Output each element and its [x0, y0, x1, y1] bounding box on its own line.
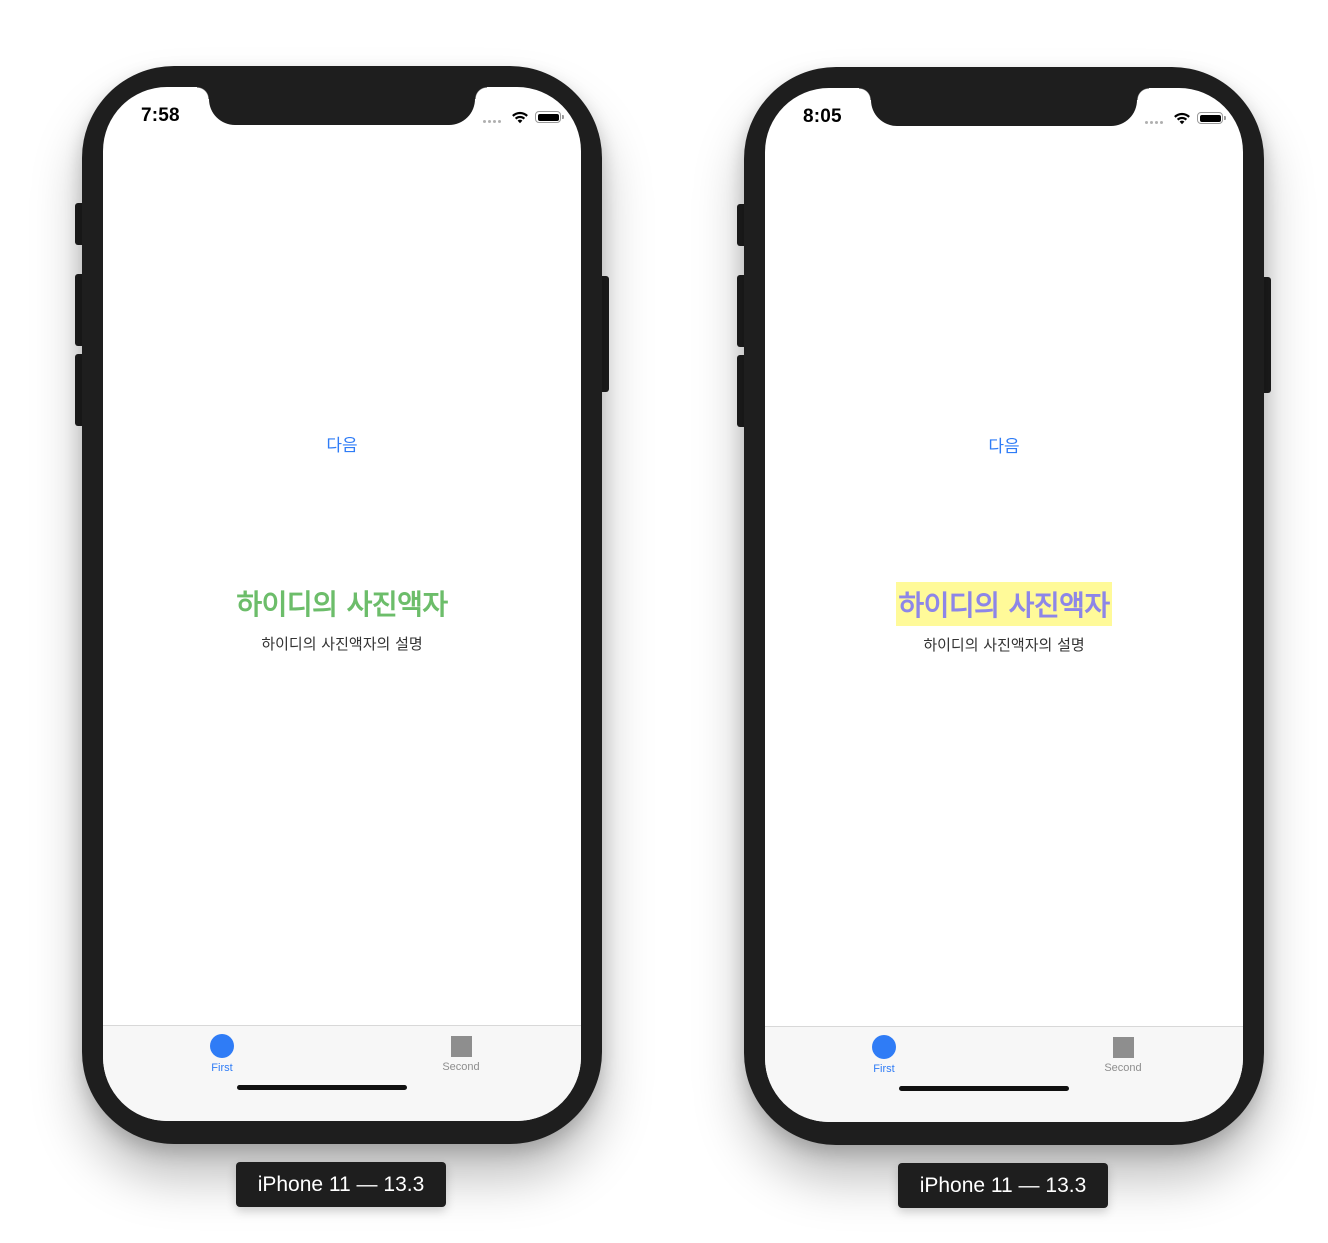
device-left: 7:58 다음 하이디의 사진액자 하이디의 사진액자의 설명 First Se…: [75, 66, 609, 1144]
status-time: 7:58: [141, 105, 180, 126]
device-caption: iPhone 11 — 13.3: [898, 1163, 1108, 1208]
home-indicator[interactable]: [899, 1086, 1069, 1091]
title-text: 하이디의 사진액자: [896, 582, 1112, 626]
tab-first-label: First: [873, 1063, 895, 1075]
cellular-signal-icon: [483, 111, 501, 123]
tab-second[interactable]: Second: [1063, 1035, 1183, 1074]
tab-second-label: Second: [1104, 1062, 1142, 1074]
tab-first[interactable]: First: [162, 1034, 282, 1074]
page-subtitle: 하이디의 사진액자의 설명: [261, 635, 423, 653]
battery-icon: [1197, 112, 1226, 124]
next-button[interactable]: 다음: [103, 431, 581, 456]
status-time: 8:05: [803, 106, 842, 127]
wifi-icon: [1174, 112, 1190, 125]
tab-bar: First Second: [103, 1025, 581, 1121]
next-button[interactable]: 다음: [765, 432, 1243, 457]
home-indicator[interactable]: [237, 1085, 407, 1090]
page-title: 하이디의 사진액자: [765, 582, 1243, 626]
device-caption: iPhone 11 — 13.3: [236, 1162, 446, 1207]
tab-second[interactable]: Second: [401, 1034, 521, 1073]
status-indicators: [483, 109, 564, 125]
notch: [859, 88, 1149, 126]
device-screen: 7:58 다음 하이디의 사진액자 하이디의 사진액자의 설명 First Se…: [103, 87, 581, 1121]
cellular-signal-icon: [1145, 112, 1163, 124]
square-icon: [1112, 1037, 1134, 1058]
power-button: [1263, 277, 1271, 393]
status-indicators: [1145, 110, 1226, 126]
tab-bar: First Second: [765, 1026, 1243, 1122]
device-screen: 8:05 다음 하이디의 사진액자 하이디의 사진액자의 설명 First Se…: [765, 88, 1243, 1122]
page-subtitle: 하이디의 사진액자의 설명: [923, 636, 1085, 654]
circle-icon: [872, 1035, 896, 1059]
battery-icon: [535, 111, 564, 123]
circle-icon: [210, 1034, 234, 1058]
tab-first[interactable]: First: [824, 1035, 944, 1075]
wifi-icon: [512, 111, 528, 124]
simulator-stage: 7:58 다음 하이디의 사진액자 하이디의 사진액자의 설명 First Se…: [0, 0, 1328, 1243]
page-title: 하이디의 사진액자: [103, 581, 581, 625]
title-text: 하이디의 사진액자: [236, 588, 448, 621]
power-button: [601, 276, 609, 392]
notch: [197, 87, 487, 125]
device-right: 8:05 다음 하이디의 사진액자 하이디의 사진액자의 설명 First Se…: [737, 67, 1271, 1145]
tab-second-label: Second: [442, 1061, 480, 1073]
tab-first-label: First: [211, 1062, 233, 1074]
square-icon: [450, 1036, 472, 1057]
